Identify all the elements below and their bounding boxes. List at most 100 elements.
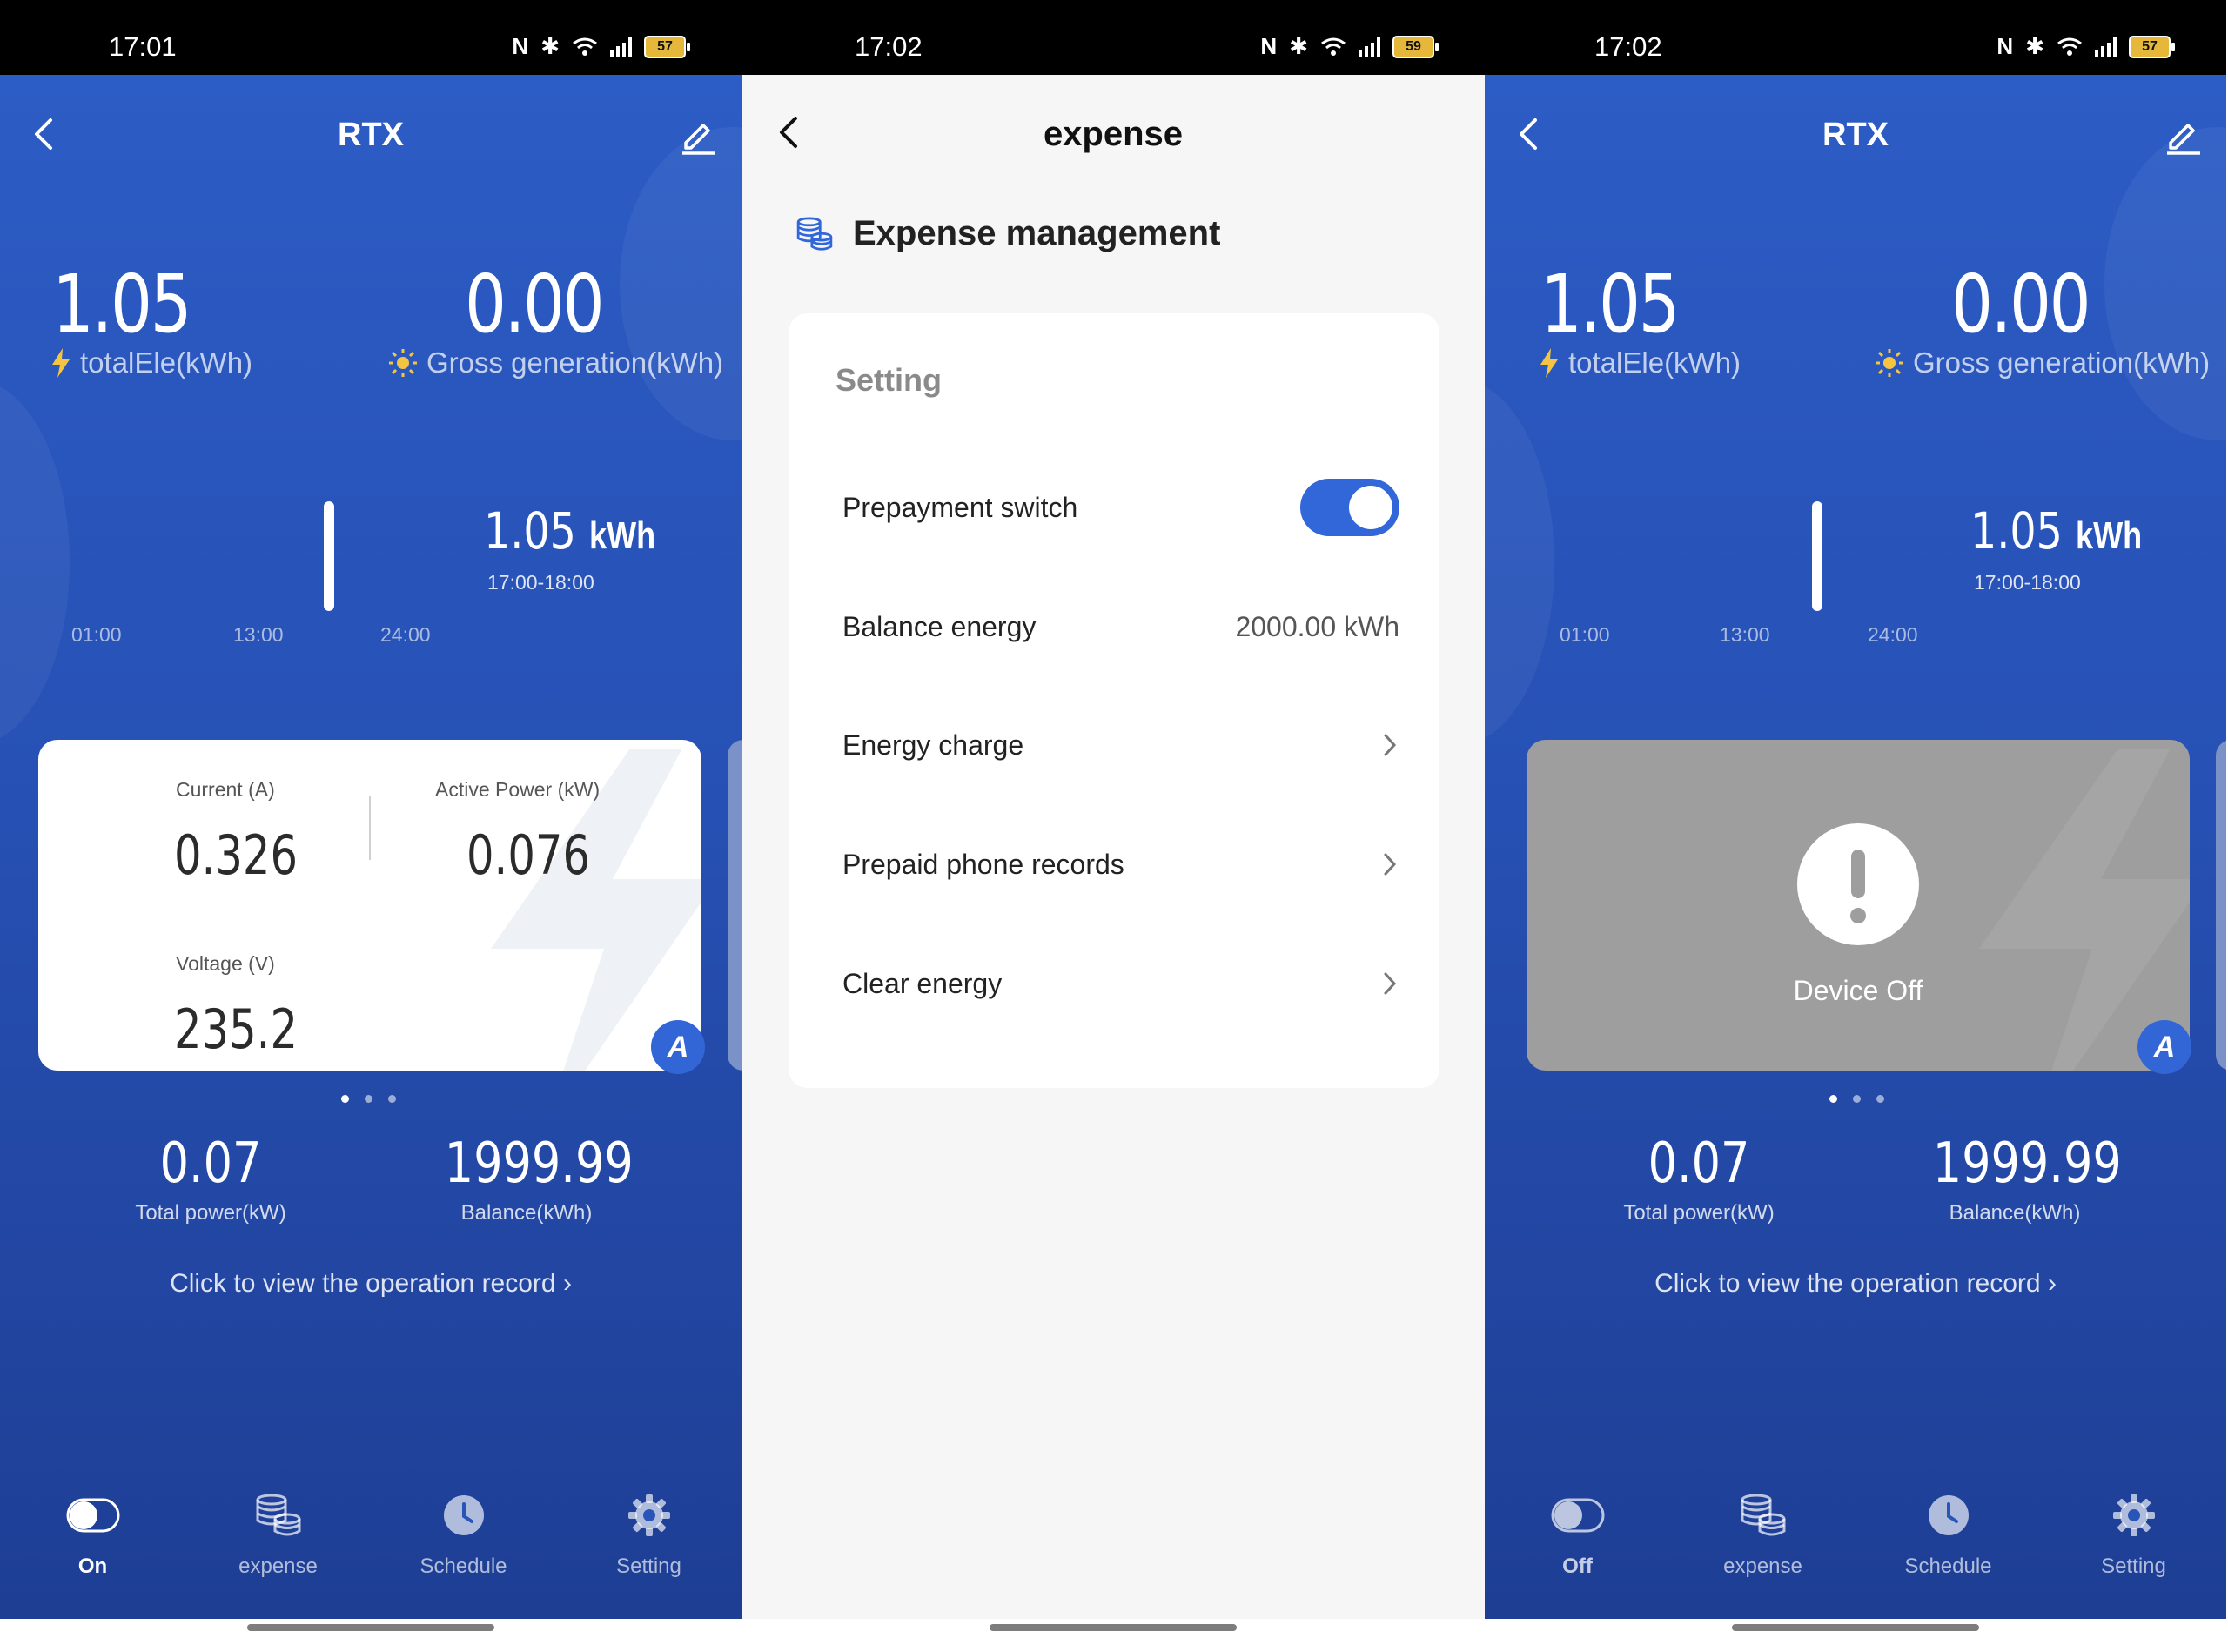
- nfc-icon: N: [1996, 33, 2014, 59]
- tab-schedule[interactable]: Schedule: [1856, 1485, 2041, 1579]
- battery-icon: 57: [644, 35, 690, 58]
- gear-icon: [2112, 1494, 2155, 1536]
- prepaid-records-row[interactable]: Prepaid phone records: [842, 838, 1399, 890]
- chart-tick: 01:00: [71, 623, 122, 646]
- prepayment-switch-row: Prepayment switch: [842, 479, 1399, 536]
- card-heading: Setting: [836, 362, 942, 398]
- section-title: Expense management: [795, 214, 1220, 253]
- coins-icon: [796, 217, 833, 251]
- device-off-card[interactable]: Device Off: [1527, 740, 2190, 1071]
- prepayment-switch-label: Prepayment switch: [842, 491, 1078, 523]
- device-main-area: RTX 1.05 totalEle(kWh) 0.00 Gross genera…: [0, 75, 742, 1619]
- signal-icon: [610, 37, 632, 57]
- screen-device-on: 17:01 N ✱ 57 RTX 1.05 totalEle(kWh) 0.00…: [0, 0, 742, 1652]
- wifi-icon: [573, 37, 597, 56]
- tab-off[interactable]: Off: [1485, 1485, 1670, 1579]
- chart-value: 1.05 kWh: [1970, 501, 2143, 561]
- page-indicator: [341, 1095, 396, 1103]
- tab-setting[interactable]: Setting: [2041, 1485, 2226, 1579]
- status-bar: 17:02 N ✱ 57: [1485, 0, 2226, 75]
- balance-energy-label: Balance energy: [842, 610, 1037, 642]
- clear-energy-label: Clear energy: [842, 967, 1003, 999]
- next-card-peek[interactable]: [728, 740, 742, 1071]
- sun-icon: [1876, 349, 1903, 377]
- total-ele-label: totalEle(kWh): [1539, 346, 1741, 379]
- home-indicator[interactable]: [990, 1624, 1237, 1631]
- page-title: RTX: [1822, 117, 1889, 153]
- status-bar: 17:02 N ✱ 59: [742, 0, 1485, 75]
- page-indicator: [1829, 1095, 1884, 1103]
- chart-tick: 01:00: [1560, 623, 1610, 646]
- coins-icon: [1741, 1494, 1785, 1536]
- chart-tick: 24:00: [380, 623, 431, 646]
- device-off-text: Device Off: [1793, 975, 1923, 1006]
- chart-tick: 24:00: [1868, 623, 1918, 646]
- balance-energy-row: Balance energy 2000.00 kWh: [842, 601, 1399, 653]
- home-indicator[interactable]: [1732, 1624, 1979, 1631]
- energy-charge-label: Energy charge: [842, 729, 1024, 761]
- coins-icon: [256, 1494, 300, 1536]
- nfc-icon: N: [512, 33, 529, 59]
- status-icons: N ✱ 57: [512, 33, 690, 60]
- current-label: Current (A): [176, 778, 275, 801]
- tab-schedule[interactable]: Schedule: [371, 1485, 556, 1579]
- metrics-card[interactable]: Current (A) 0.326 Active Power (kW) 0.07…: [38, 740, 701, 1071]
- gross-generation-value: 0.00: [1951, 258, 2091, 351]
- page-title: expense: [1043, 115, 1184, 153]
- status-time: 17:02: [1594, 31, 1662, 62]
- chevron-right-icon: [1384, 972, 1397, 995]
- device-main-area: RTX 1.05 totalEle(kWh) 0.00 Gross genera…: [1485, 75, 2226, 1619]
- chart-bar[interactable]: [1812, 501, 1822, 611]
- screen-device-off: 17:02 N ✱ 57 RTX 1.05 totalEle(kWh) 0.00…: [1485, 0, 2226, 1652]
- operation-record-link[interactable]: Click to view the operation record ›: [0, 1269, 742, 1299]
- clock-icon: [443, 1495, 484, 1535]
- card-divider: [369, 796, 371, 860]
- chevron-right-icon: [1384, 853, 1397, 876]
- tab-bar: On expense Schedule Setting: [0, 1485, 742, 1624]
- toggle-icon: [66, 1498, 119, 1533]
- voltage-value: 235.2: [174, 997, 298, 1061]
- page-title: RTX: [338, 117, 404, 153]
- tab-expense[interactable]: expense: [185, 1485, 371, 1579]
- total-power-label: Total power(kW): [135, 1201, 286, 1225]
- energy-charge-row[interactable]: Energy charge: [842, 719, 1399, 771]
- bolt-icon: [52, 348, 70, 378]
- home-indicator[interactable]: [247, 1624, 494, 1631]
- settings-card: Setting Prepayment switch Balance energy…: [789, 313, 1439, 1088]
- chart-bar[interactable]: [324, 501, 334, 611]
- bolt-icon: [1540, 348, 1558, 378]
- status-bar: 17:01 N ✱ 57: [0, 0, 742, 75]
- operation-record-link[interactable]: Click to view the operation record ›: [1485, 1269, 2226, 1299]
- total-power-value: 0.07: [1648, 1132, 1750, 1196]
- edit-pen-icon[interactable]: [677, 113, 719, 155]
- next-card-peek[interactable]: [2216, 740, 2226, 1071]
- voltage-label: Voltage (V): [176, 952, 275, 975]
- bluetooth-icon: ✱: [2025, 33, 2044, 59]
- auto-mode-badge[interactable]: A: [651, 1020, 705, 1074]
- exclamation-icon: [1797, 823, 1919, 945]
- prepayment-switch-toggle[interactable]: [1300, 479, 1399, 536]
- chevron-right-icon: [1384, 734, 1397, 756]
- tab-expense[interactable]: expense: [1670, 1485, 1856, 1579]
- tab-on[interactable]: On: [0, 1485, 185, 1579]
- total-power-label: Total power(kW): [1623, 1201, 1775, 1225]
- edit-pen-icon[interactable]: [2162, 113, 2204, 155]
- auto-mode-badge[interactable]: A: [2137, 1020, 2191, 1074]
- chart-tick: 13:00: [1720, 623, 1770, 646]
- screen-expense: 17:02 N ✱ 59 expense Expense management …: [742, 0, 1485, 1652]
- total-ele-value: 1.05: [1540, 258, 1681, 351]
- tab-bar: Off expense Schedule Setting: [1485, 1485, 2226, 1624]
- toggle-icon: [1551, 1498, 1604, 1533]
- tab-setting[interactable]: Setting: [556, 1485, 742, 1579]
- battery-icon: 59: [1392, 35, 1439, 58]
- total-ele-value: 1.05: [52, 258, 192, 351]
- active-power-value: 0.076: [466, 823, 590, 887]
- sun-icon: [389, 349, 417, 377]
- gross-generation-label: Gross generation(kWh): [388, 346, 723, 379]
- clear-energy-row[interactable]: Clear energy: [842, 957, 1399, 1010]
- balance-value: 1999.99: [1932, 1132, 2122, 1196]
- gross-generation-value: 0.00: [465, 258, 605, 351]
- gross-generation-label: Gross generation(kWh): [1875, 346, 2210, 379]
- status-icons: N ✱ 59: [1260, 33, 1439, 60]
- chart-tick: 13:00: [233, 623, 284, 646]
